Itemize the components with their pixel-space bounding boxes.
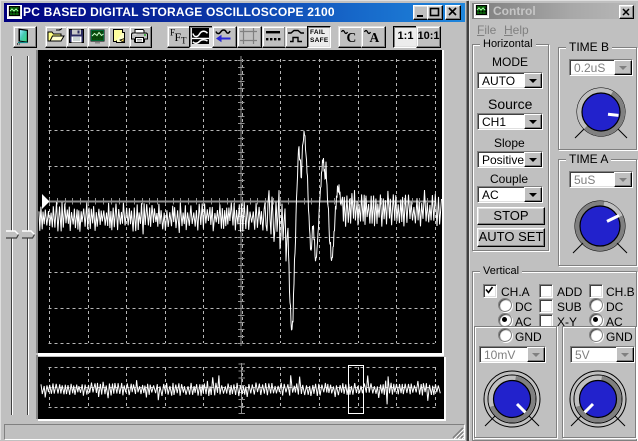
svg-text:C: C — [347, 30, 357, 45]
svg-text:A: A — [370, 30, 380, 45]
svg-text:T: T — [181, 36, 187, 46]
